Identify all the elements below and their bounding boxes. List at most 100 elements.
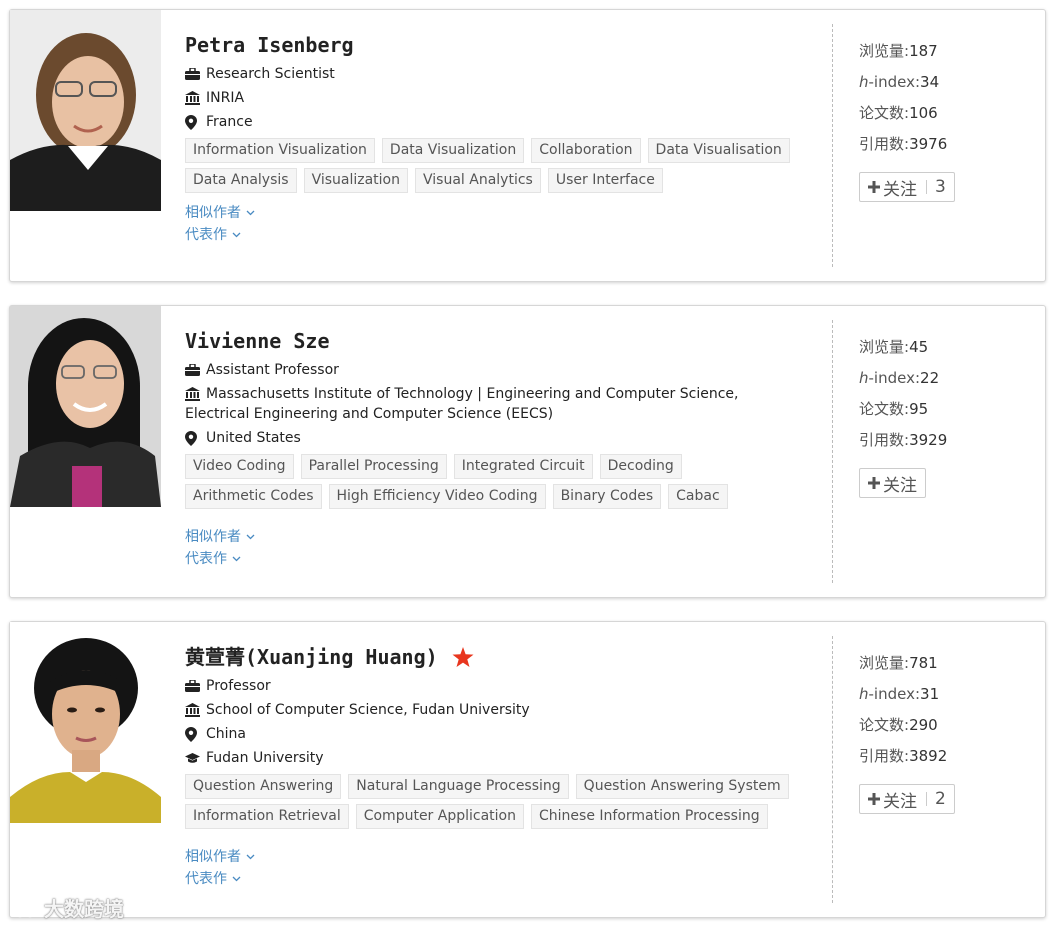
interest-tag[interactable]: Arithmetic Codes [185,484,322,509]
follow-button[interactable]: 关注 [859,468,926,498]
institution-icon [185,700,201,720]
representative-works-label[interactable]: 代表作 [185,548,227,570]
citations-value: 3976 [909,135,948,153]
representative-works-link[interactable]: 代表作 [185,224,805,246]
interest-tag[interactable]: Computer Application [355,804,524,829]
star-icon [452,646,474,668]
representative-works-link[interactable]: 代表作 [185,548,805,570]
similar-authors-link[interactable]: 相似作者 [185,846,805,868]
interest-tag[interactable]: Collaboration [531,138,641,163]
chevron-down-icon[interactable] [246,854,255,860]
follow-separator [926,180,927,194]
interest-tag[interactable]: Cabac [668,484,728,509]
plus-icon[interactable] [868,477,880,489]
interest-tag[interactable]: Question Answering [185,774,342,799]
location-text: United States [206,430,301,446]
representative-works-label[interactable]: 代表作 [185,224,227,246]
divider [832,24,833,267]
interest-tag[interactable]: User Interface [547,168,663,193]
watermark: 大数跨境 [10,893,124,922]
interest-tag[interactable]: Data Analysis [185,168,297,193]
author-name-text[interactable]: 黄萱菁(Xuanjing Huang) [185,642,438,672]
watermark-logo-icon [10,897,40,919]
interest-tag[interactable]: Integrated Circuit [453,454,593,479]
graduation-cap-icon [185,748,201,768]
chevron-down-icon[interactable] [232,876,241,882]
chevron-down-icon[interactable] [232,232,241,238]
author-name-text[interactable]: Vivienne Sze [185,326,330,356]
interest-tag[interactable]: Information Visualization [185,138,375,163]
author-card: 黄萱菁(Xuanjing Huang) Professor School of … [9,621,1046,918]
views-label: 浏览量: [859,42,910,60]
chevron-down-icon[interactable] [246,210,255,216]
plus-icon[interactable] [868,181,880,193]
plus-icon[interactable] [868,793,880,805]
position-row: Assistant Professor [185,360,805,380]
h-letter: h [859,369,869,387]
author-name[interactable]: Vivienne Sze [185,326,805,356]
affiliation-row: Massachusetts Institute of Technology | … [185,384,805,424]
similar-authors-link[interactable]: 相似作者 [185,202,805,224]
representative-works-label[interactable]: 代表作 [185,868,227,890]
institution-icon [185,384,201,404]
author-photo[interactable] [10,622,161,823]
chevron-down-icon[interactable] [232,556,241,562]
interest-tag[interactable]: Parallel Processing [300,454,447,479]
interest-tag[interactable]: Question Answering System [575,774,789,799]
follower-count[interactable]: 3 [935,177,946,197]
education-text: Fudan University [206,750,324,766]
similar-authors-link[interactable]: 相似作者 [185,526,805,548]
interest-tag[interactable]: Binary Codes [552,484,662,509]
views-stat: 浏览量:45 [859,334,1029,365]
chevron-down-icon[interactable] [246,534,255,540]
papers-value: 95 [909,400,929,418]
citations-stat: 引用数:3976 [859,131,1029,162]
h-index-stat: h-index:31 [859,681,1029,712]
follow-button[interactable]: 关注 3 [859,172,955,202]
papers-label: 论文数: [859,716,910,734]
follow-button[interactable]: 关注 2 [859,784,955,814]
similar-authors-label[interactable]: 相似作者 [185,526,241,548]
representative-works-link[interactable]: 代表作 [185,868,805,890]
location-pin-icon [185,428,201,448]
interest-tag[interactable]: Visual Analytics [415,168,541,193]
affiliation-text: INRIA [206,90,245,106]
author-name[interactable]: Petra Isenberg [185,30,805,60]
tag-list: Information Visualization Data Visualiza… [185,138,805,198]
author-photo[interactable] [10,10,161,211]
location-pin-icon [185,724,201,744]
interest-tag[interactable]: Information Retrieval [185,804,349,829]
h-index-value: 31 [920,685,940,703]
author-photo[interactable] [10,306,161,507]
location-row: China [185,724,805,744]
interest-tag[interactable]: High Efficiency Video Coding [328,484,546,509]
interest-tag[interactable]: Visualization [303,168,408,193]
interest-tag[interactable]: Decoding [599,454,682,479]
follow-label[interactable]: 关注 [883,471,917,496]
author-card: Vivienne Sze Assistant Professor Massach… [9,305,1046,598]
papers-stat: 论文数:290 [859,712,1029,743]
citations-stat: 引用数:3929 [859,427,1029,458]
views-stat: 浏览量:187 [859,38,1029,69]
views-label: 浏览量: [859,654,910,672]
divider [832,636,833,903]
author-name[interactable]: 黄萱菁(Xuanjing Huang) [185,642,805,672]
position-text: Assistant Professor [206,362,339,378]
author-name-text[interactable]: Petra Isenberg [185,30,354,60]
papers-value: 106 [909,104,938,122]
interest-tag[interactable]: Data Visualisation [647,138,790,163]
interest-tag[interactable]: Video Coding [185,454,294,479]
interest-tag[interactable]: Chinese Information Processing [531,804,768,829]
views-stat: 浏览量:781 [859,650,1029,681]
follow-label[interactable]: 关注 [883,175,917,200]
follow-label[interactable]: 关注 [883,787,917,812]
position-row: Research Scientist [185,64,805,84]
interest-tag[interactable]: Natural Language Processing [348,774,569,799]
interest-tag[interactable]: Data Visualization [381,138,525,163]
similar-authors-label[interactable]: 相似作者 [185,846,241,868]
h-index-stat: h-index:34 [859,69,1029,100]
h-letter: h [859,73,869,91]
location-text: France [206,114,253,130]
follower-count[interactable]: 2 [935,789,946,809]
similar-authors-label[interactable]: 相似作者 [185,202,241,224]
